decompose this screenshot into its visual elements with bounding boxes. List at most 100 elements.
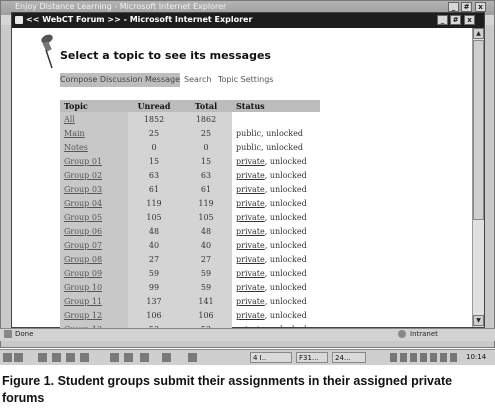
topic-link[interactable]: Group 07 xyxy=(60,238,128,252)
topic-settings-link[interactable]: Topic Settings xyxy=(218,73,273,87)
popup-maximize-button[interactable]: # xyxy=(450,15,461,25)
total-count: 25 xyxy=(180,126,232,140)
total-count: 0 xyxy=(180,140,232,154)
scroll-up-button[interactable]: ▲ xyxy=(473,28,484,39)
privacy-link[interactable]: private xyxy=(236,171,265,180)
total-count: 105 xyxy=(180,210,232,224)
taskbar-app-icon[interactable] xyxy=(162,353,171,362)
unread-count: 40 xyxy=(128,238,180,252)
system-tray-icons[interactable] xyxy=(390,353,460,362)
privacy-link[interactable]: private xyxy=(236,157,265,166)
table-row: Notes 0 0 public, unlocked xyxy=(60,140,320,154)
topic-link[interactable]: Notes xyxy=(60,140,128,154)
privacy-link[interactable]: private xyxy=(236,269,265,278)
compose-message-button[interactable]: Compose Discussion Message xyxy=(60,73,180,87)
unread-count: 63 xyxy=(128,168,180,182)
column-header-topic[interactable]: Topic xyxy=(60,100,128,112)
column-header-total[interactable]: Total xyxy=(180,100,232,112)
status-text: public, unlocked xyxy=(236,128,303,138)
table-row: Group 12 106 106 private, unlocked xyxy=(60,308,320,322)
status-cell: private, unlocked xyxy=(232,168,320,182)
quicklaunch-icon[interactable] xyxy=(14,353,23,362)
topic-link[interactable]: Group 09 xyxy=(60,266,128,280)
total-count: 119 xyxy=(180,196,232,210)
unread-count: 137 xyxy=(128,294,180,308)
topic-link[interactable]: Group 01 xyxy=(60,154,128,168)
table-row: Group 10 99 59 private, unlocked xyxy=(60,280,320,294)
table-row: Group 09 59 59 private, unlocked xyxy=(60,266,320,280)
toolbar-help-icon[interactable] xyxy=(140,353,149,362)
privacy-link[interactable]: private xyxy=(236,297,265,306)
taskbar: 4 I.. F31... 24... 10:14 xyxy=(0,349,495,365)
popup-minimize-button[interactable]: _ xyxy=(437,15,448,25)
status-cell: private, unlocked xyxy=(232,280,320,294)
unread-count: 1852 xyxy=(128,112,180,126)
unread-count: 99 xyxy=(128,280,180,294)
privacy-link[interactable]: private xyxy=(236,213,265,222)
lock-status-text: , unlocked xyxy=(264,282,307,292)
status-cell: private, unlocked xyxy=(232,266,320,280)
topic-link[interactable]: All xyxy=(60,112,128,126)
privacy-link[interactable]: private xyxy=(236,199,265,208)
topic-link[interactable]: Group 10 xyxy=(60,280,128,294)
outer-maximize-button[interactable]: # xyxy=(461,2,472,12)
toolbar-home-icon[interactable] xyxy=(66,353,75,362)
ie-logo-icon xyxy=(15,16,23,24)
taskbar-item-3[interactable]: 24... xyxy=(332,352,366,363)
taskbar-clock: 10:14 xyxy=(466,353,487,361)
privacy-link[interactable]: private xyxy=(236,311,265,320)
column-header-status[interactable]: Status xyxy=(232,100,320,112)
taskbar-window-icon[interactable] xyxy=(188,353,197,362)
outer-minimize-button[interactable]: _ xyxy=(448,2,459,12)
toolbar-search-icon[interactable] xyxy=(52,353,61,362)
start-icon[interactable] xyxy=(3,353,12,362)
privacy-link[interactable]: private xyxy=(236,255,265,264)
topic-link[interactable]: Group 03 xyxy=(60,182,128,196)
toolbar-print-icon[interactable] xyxy=(110,353,119,362)
privacy-link[interactable]: private xyxy=(236,241,265,250)
scroll-down-button[interactable]: ▼ xyxy=(473,315,484,326)
pushpin-icon xyxy=(41,34,53,69)
privacy-link[interactable]: private xyxy=(236,227,265,236)
total-count: 59 xyxy=(180,266,232,280)
topic-link[interactable]: Group 06 xyxy=(60,224,128,238)
scrollbar-thumb[interactable] xyxy=(473,40,484,220)
total-count: 15 xyxy=(180,154,232,168)
outer-close-button[interactable]: x xyxy=(475,2,486,12)
table-row: Main 25 25 public, unlocked xyxy=(60,126,320,140)
privacy-link[interactable]: private xyxy=(236,283,265,292)
status-cell: private, unlocked xyxy=(232,182,320,196)
privacy-link[interactable]: private xyxy=(236,185,265,194)
status-text: public, unlocked xyxy=(236,142,303,152)
topic-link[interactable]: Group 11 xyxy=(60,294,128,308)
total-count: 59 xyxy=(180,280,232,294)
lock-status-text: , unlocked xyxy=(264,240,307,250)
topic-link[interactable]: Group 04 xyxy=(60,196,128,210)
topic-link[interactable]: Group 08 xyxy=(60,252,128,266)
table-row: All 1852 1862 xyxy=(60,112,320,126)
status-cell: private, unlocked xyxy=(232,308,320,322)
total-count: 1862 xyxy=(180,112,232,126)
topic-link[interactable]: Group 02 xyxy=(60,168,128,182)
topic-link[interactable]: Main xyxy=(60,126,128,140)
topic-link[interactable]: Group 05 xyxy=(60,210,128,224)
unread-count: 0 xyxy=(128,140,180,154)
vertical-scrollbar[interactable]: ▲ ▼ xyxy=(472,28,484,327)
unread-count: 25 xyxy=(128,126,180,140)
security-zone: Intranet xyxy=(410,330,438,338)
topic-link[interactable]: Group 12 xyxy=(60,308,128,322)
forum-popup-window: << WebCT Forum >> - Microsoft Internet E… xyxy=(11,12,485,329)
toolbar-arrow-icon[interactable] xyxy=(38,353,47,362)
column-header-unread[interactable]: Unread xyxy=(128,100,180,112)
table-header-row: Topic Unread Total Status xyxy=(60,100,320,112)
toolbar-mail-icon[interactable] xyxy=(124,353,133,362)
toolbar-refresh-icon[interactable] xyxy=(80,353,89,362)
total-count: 63 xyxy=(180,168,232,182)
taskbar-item-2[interactable]: F31... xyxy=(296,352,328,363)
search-link[interactable]: Search xyxy=(184,73,211,87)
popup-close-button[interactable]: x xyxy=(464,15,475,25)
popup-title-bar: << WebCT Forum >> - Microsoft Internet E… xyxy=(12,13,484,28)
total-count: 141 xyxy=(180,294,232,308)
taskbar-item-1[interactable]: 4 I.. xyxy=(250,352,292,363)
table-row: Group 08 27 27 private, unlocked xyxy=(60,252,320,266)
